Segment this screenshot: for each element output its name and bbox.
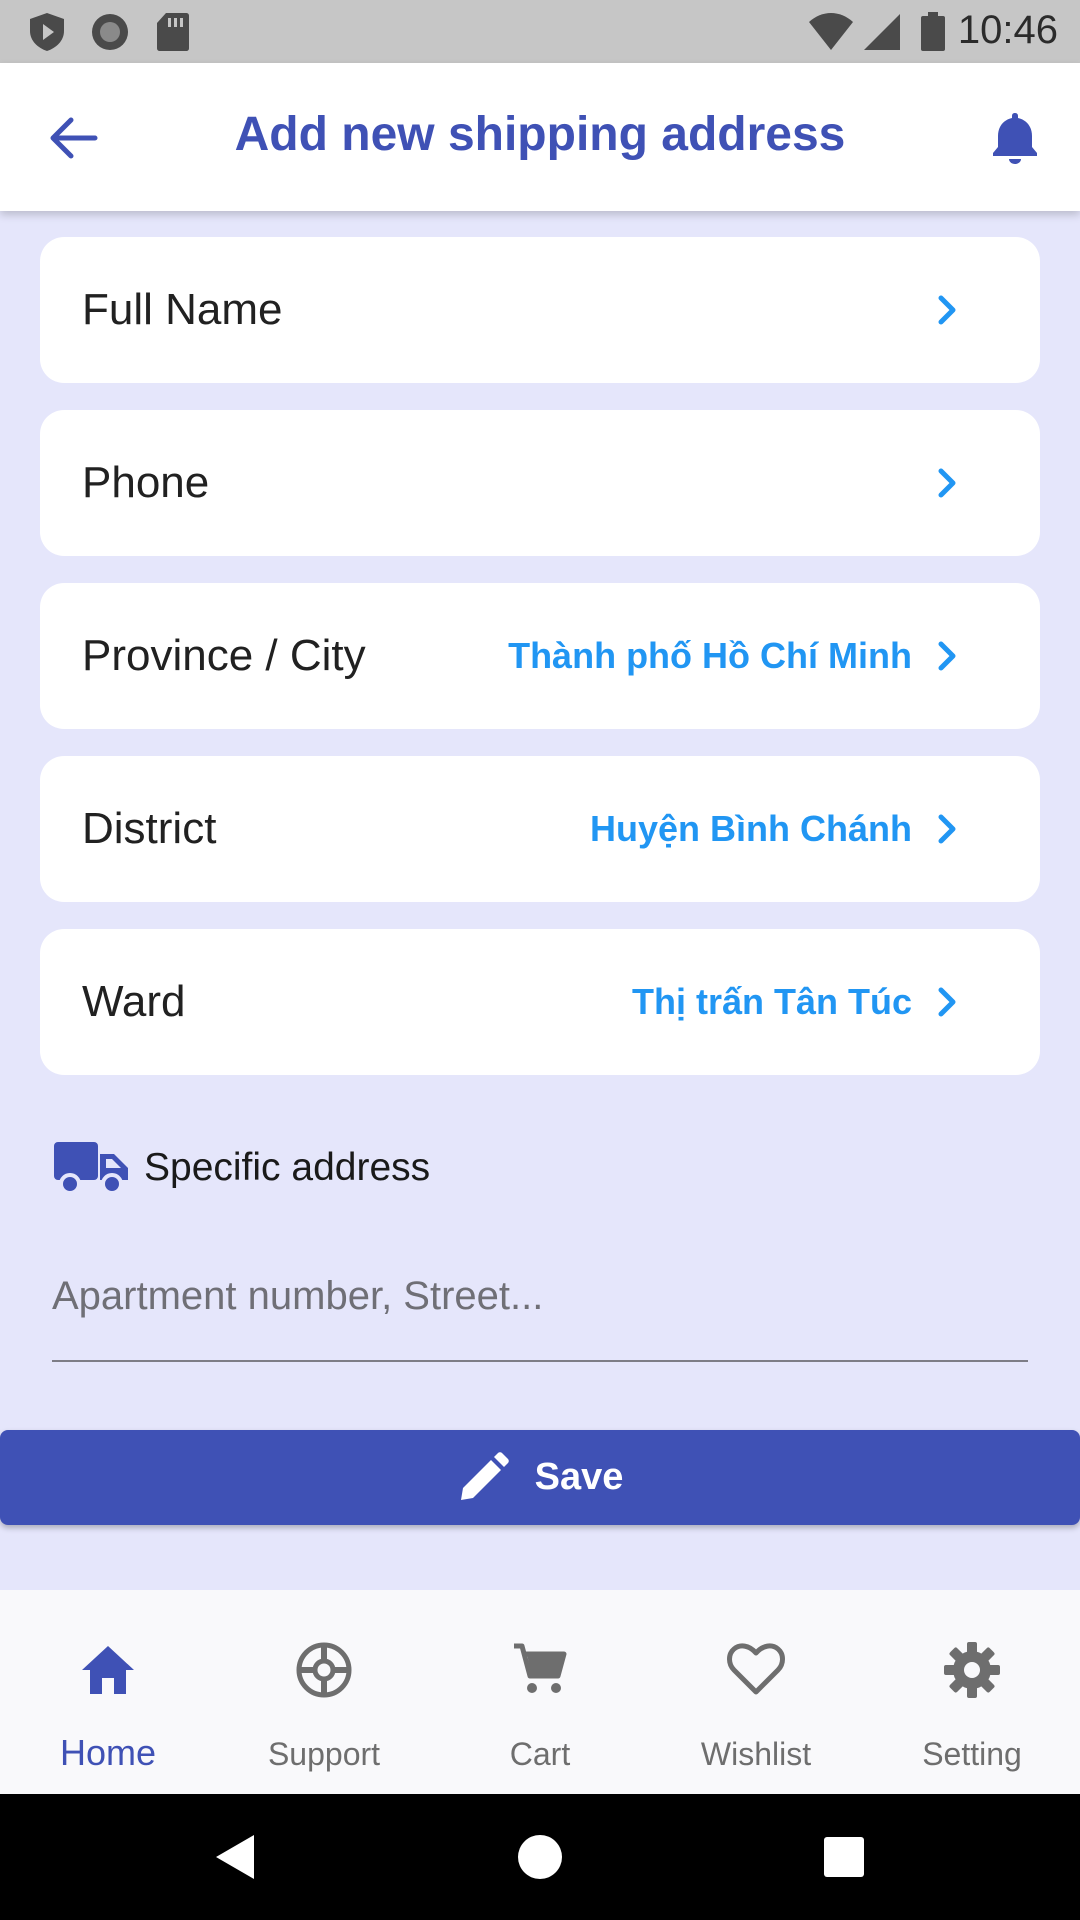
ward-row[interactable]: Ward Thị trấn Tân Túc [40,929,1040,1075]
sd-card-icon [157,13,189,51]
record-icon [92,14,128,50]
row-label: District [82,804,217,853]
nav-label: Setting [922,1736,1022,1772]
row-label: Full Name [82,285,283,334]
row-label: Phone [82,458,210,507]
heart-icon [727,1643,785,1695]
district-row[interactable]: District Huyện Bình Chánh [40,756,1040,902]
nav-setting[interactable]: Setting [864,1590,1080,1794]
save-button[interactable]: Save [0,1430,1080,1525]
recents-square-icon[interactable] [816,1829,872,1885]
chevron-right-icon [938,987,956,1017]
truck-icon [54,1142,128,1195]
home-circle-icon[interactable] [512,1829,568,1885]
row-label: Ward [82,977,186,1026]
bottom-navigation: Home Support Cart Wishlist Setting [0,1590,1080,1794]
nav-label: Home [59,1732,157,1773]
chevron-right-icon [938,468,956,498]
specific-address-input[interactable] [52,1250,1028,1362]
nav-home[interactable]: Home [0,1590,216,1794]
cart-icon [514,1643,567,1693]
nav-wishlist[interactable]: Wishlist [648,1590,864,1794]
row-label: Province / City [82,631,366,680]
gear-icon [944,1642,1000,1698]
pencil-icon [460,1451,509,1500]
status-time: 10:46 [957,8,1058,52]
notification-button[interactable] [980,103,1050,173]
chevron-right-icon [938,814,956,844]
ward-value: Thị trấn Tân Túc [631,981,912,1022]
district-value: Huyện Bình Chánh [590,808,912,849]
page-title: Add new shipping address [234,108,846,161]
system-navigation-bar [0,1794,1080,1920]
nav-cart[interactable]: Cart [432,1590,648,1794]
bell-icon [993,113,1037,164]
save-button-label: Save [534,1456,624,1498]
lifebuoy-icon [296,1642,352,1698]
status-bar: 10:46 [0,0,1080,63]
nav-label: Support [267,1736,381,1772]
specific-address-header: Specific address [54,1140,430,1196]
back-triangle-icon[interactable] [208,1829,264,1885]
nav-label: Cart [509,1736,571,1772]
phone-row[interactable]: Phone [40,410,1040,556]
chevron-right-icon [938,295,956,325]
wifi-icon [809,13,853,50]
nav-support[interactable]: Support [216,1590,432,1794]
specific-address-label: Specific address [144,1146,431,1189]
province-city-row[interactable]: Province / City Thành phố Hồ Chí Minh [40,583,1040,729]
signal-icon [864,14,900,50]
shield-play-icon [30,13,64,51]
province-value: Thành phố Hồ Chí Minh [508,635,912,676]
battery-icon [921,12,945,51]
full-name-row[interactable]: Full Name [40,237,1040,383]
chevron-right-icon [938,641,956,671]
home-icon [82,1646,134,1694]
app-bar: Add new shipping address [0,63,1080,211]
nav-label: Wishlist [700,1736,812,1772]
